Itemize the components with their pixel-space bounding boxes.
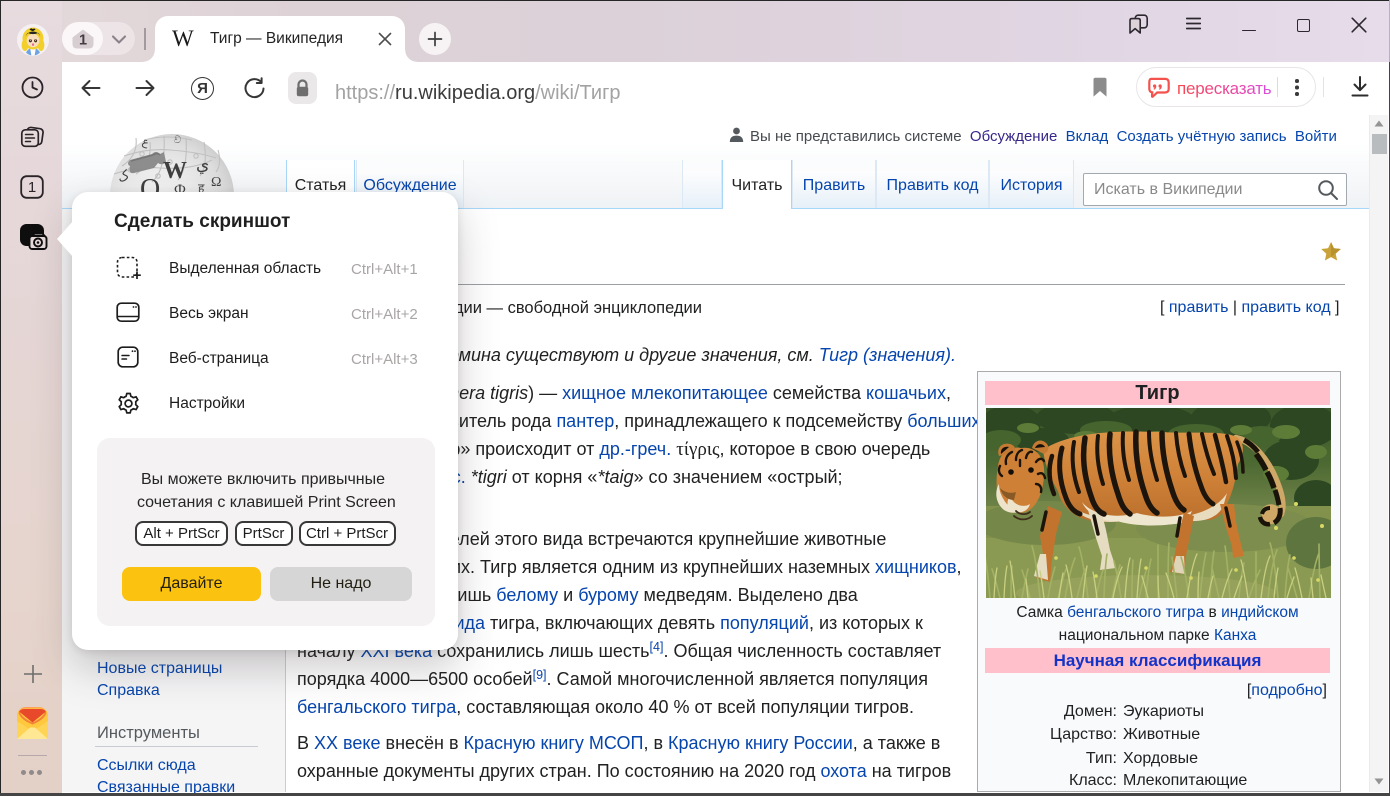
svg-text:ي: ي bbox=[196, 155, 209, 174]
svg-text:ව: ව bbox=[174, 135, 181, 146]
svg-text:W: W bbox=[163, 158, 187, 184]
svg-text:1: 1 bbox=[79, 33, 87, 49]
svg-text:1: 1 bbox=[28, 179, 36, 196]
svg-text:O: O bbox=[140, 174, 160, 194]
svg-text:Ω: Ω bbox=[211, 175, 221, 190]
